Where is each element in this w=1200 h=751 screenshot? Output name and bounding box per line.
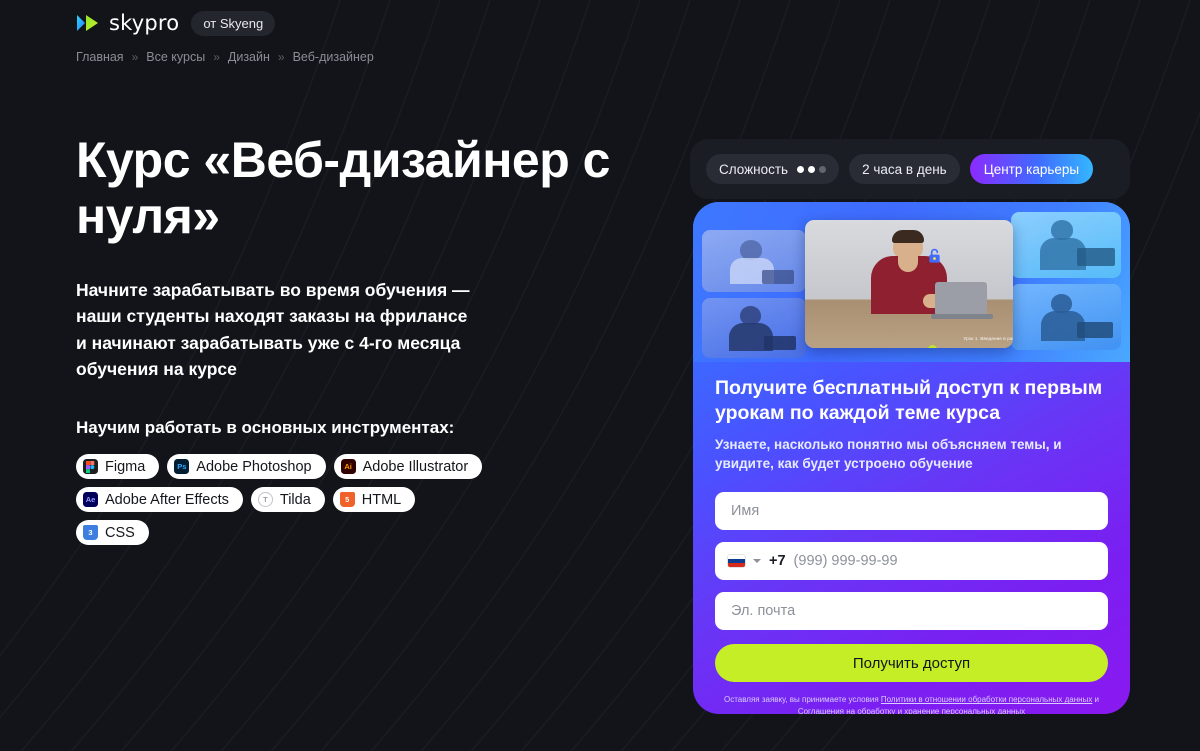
breadcrumb-item-all-courses[interactable]: Все курсы (146, 50, 205, 64)
tool-pill-label: Figma (105, 458, 146, 475)
video-thumbnail-right-bottom[interactable] (1011, 284, 1121, 350)
skypro-logo[interactable]: skypro (76, 11, 179, 35)
tool-pill-label: CSS (105, 524, 135, 541)
course-meta-bar: Сложность 2 часа в день Центр карьеры (690, 139, 1130, 199)
html5-icon: 5 (339, 492, 355, 507)
logo-wordmark: skypro (109, 11, 180, 35)
tool-pill-label: Adobe After Effects (105, 491, 229, 508)
difficulty-dots (797, 165, 827, 173)
tool-pill-label: HTML (361, 491, 402, 508)
promo-subheading: Узнаете, насколько понятно мы объясняем … (715, 436, 1062, 472)
video-thumbnail-left-top[interactable] (702, 230, 806, 292)
tool-pill-label: Tilda (279, 491, 311, 508)
hero-lede: Начните зарабатывать во время обучения —… (76, 280, 470, 379)
figma-icon (83, 459, 98, 474)
by-skyeng-badge: от Skyeng (191, 10, 276, 36)
tool-pill-html5: 5 HTML (332, 487, 416, 512)
tool-pill-tilda: T Tilda (250, 487, 325, 512)
phone-field-wrapper[interactable]: +7 (999) 999-99-99 (715, 542, 1108, 581)
badge-career-center[interactable]: Центр карьеры (969, 154, 1094, 184)
phone-country-code: +7 (769, 553, 786, 570)
badge-difficulty-label: Сложность (719, 161, 789, 177)
tool-pill-photoshop: Ps Adobe Photoshop (167, 454, 326, 479)
video-progress-knob[interactable] (928, 345, 937, 348)
tilda-icon: T (257, 492, 273, 507)
tool-pill-label: Adobe Photoshop (196, 458, 312, 475)
video-thumbnail-right-top[interactable] (1011, 212, 1121, 278)
legal-middle: и (1092, 695, 1100, 705)
breadcrumb: Главная » Все курсы » Дизайн » Веб-дизай… (76, 50, 374, 64)
site-header: skypro от Skyeng (0, 0, 1200, 46)
unlock-icon (927, 248, 942, 264)
breadcrumb-item-design[interactable]: Дизайн (228, 50, 270, 64)
illustrator-icon: Ai (340, 459, 356, 474)
page-title: Курс «Веб-дизайнер с нуля» (76, 132, 610, 244)
tool-pill-illustrator: Ai Adobe Illustrator (333, 454, 483, 479)
lead-capture-card: Урок 1. Введение в работу с коммерческой… (693, 202, 1130, 714)
video-thumbnail-left-bottom[interactable] (702, 298, 806, 358)
breadcrumb-item-current: Веб-дизайнер (292, 50, 374, 64)
breadcrumb-separator: » (213, 50, 220, 64)
data-agreement-link[interactable]: Соглашения на обработку и хранение персо… (798, 707, 1025, 714)
badge-difficulty: Сложность (706, 154, 840, 184)
badge-hours: 2 часа в день (849, 154, 960, 184)
difficulty-dot-1 (797, 165, 805, 173)
submit-button[interactable]: Получить доступ (715, 644, 1108, 683)
lead-form-body: Получите бесплатный доступ к первым урок… (693, 362, 1130, 714)
breadcrumb-separator: » (277, 50, 285, 64)
breadcrumb-item-home[interactable]: Главная (76, 50, 124, 64)
name-input-placeholder: Имя (731, 503, 760, 520)
phone-input-placeholder: (999) 999-99-99 (793, 553, 898, 570)
chevron-down-icon[interactable] (753, 559, 761, 564)
tools-title: Научим работать в основных инструментах: (76, 418, 455, 437)
video-collage: Урок 1. Введение в работу с коммерческой… (693, 202, 1130, 362)
legal-consent-text: Оставляя заявку, вы принимаете условия П… (715, 694, 1108, 714)
privacy-policy-link[interactable]: Политики в отношении обработки персональ… (881, 695, 1092, 704)
tools-pill-list: Figma Ps Adobe Photoshop Ai Adobe Illustrato… (76, 454, 486, 545)
skypro-play-mark (77, 15, 98, 31)
hero-left-column: Курс «Веб-дизайнер с нуля» Начните зараб… (76, 132, 636, 545)
lead-form: Имя +7 (999) 999-99-99 Эл. почта Получит… (715, 492, 1108, 683)
difficulty-dot-3 (819, 165, 827, 173)
difficulty-dot-2 (808, 165, 816, 173)
tool-pill-after-effects: Ae Adobe After Effects (76, 487, 243, 512)
email-field-wrapper[interactable]: Эл. почта (715, 592, 1108, 631)
promo-heading: Получите бесплатный доступ к первым урок… (715, 377, 1103, 424)
video-thumbnail-main[interactable]: Урок 1. Введение в работу с коммерческой… (805, 220, 1013, 348)
photoshop-icon: Ps (174, 459, 190, 474)
breadcrumb-separator: » (131, 50, 139, 64)
email-input-placeholder: Эл. почта (731, 603, 796, 620)
tool-pill-label: Adobe Illustrator (362, 458, 469, 475)
tool-pill-figma: Figma (76, 454, 160, 479)
tool-pill-css3: 3 CSS (76, 520, 149, 545)
css3-icon: 3 (83, 525, 98, 540)
legal-prefix: Оставляя заявку, вы принимаете условия (723, 695, 881, 705)
russia-flag-icon (728, 555, 745, 568)
after-effects-icon: Ae (83, 492, 98, 507)
video-caption: Урок 1. Введение в работу с коммерческой… (963, 336, 1013, 341)
name-field-wrapper[interactable]: Имя (715, 492, 1108, 531)
